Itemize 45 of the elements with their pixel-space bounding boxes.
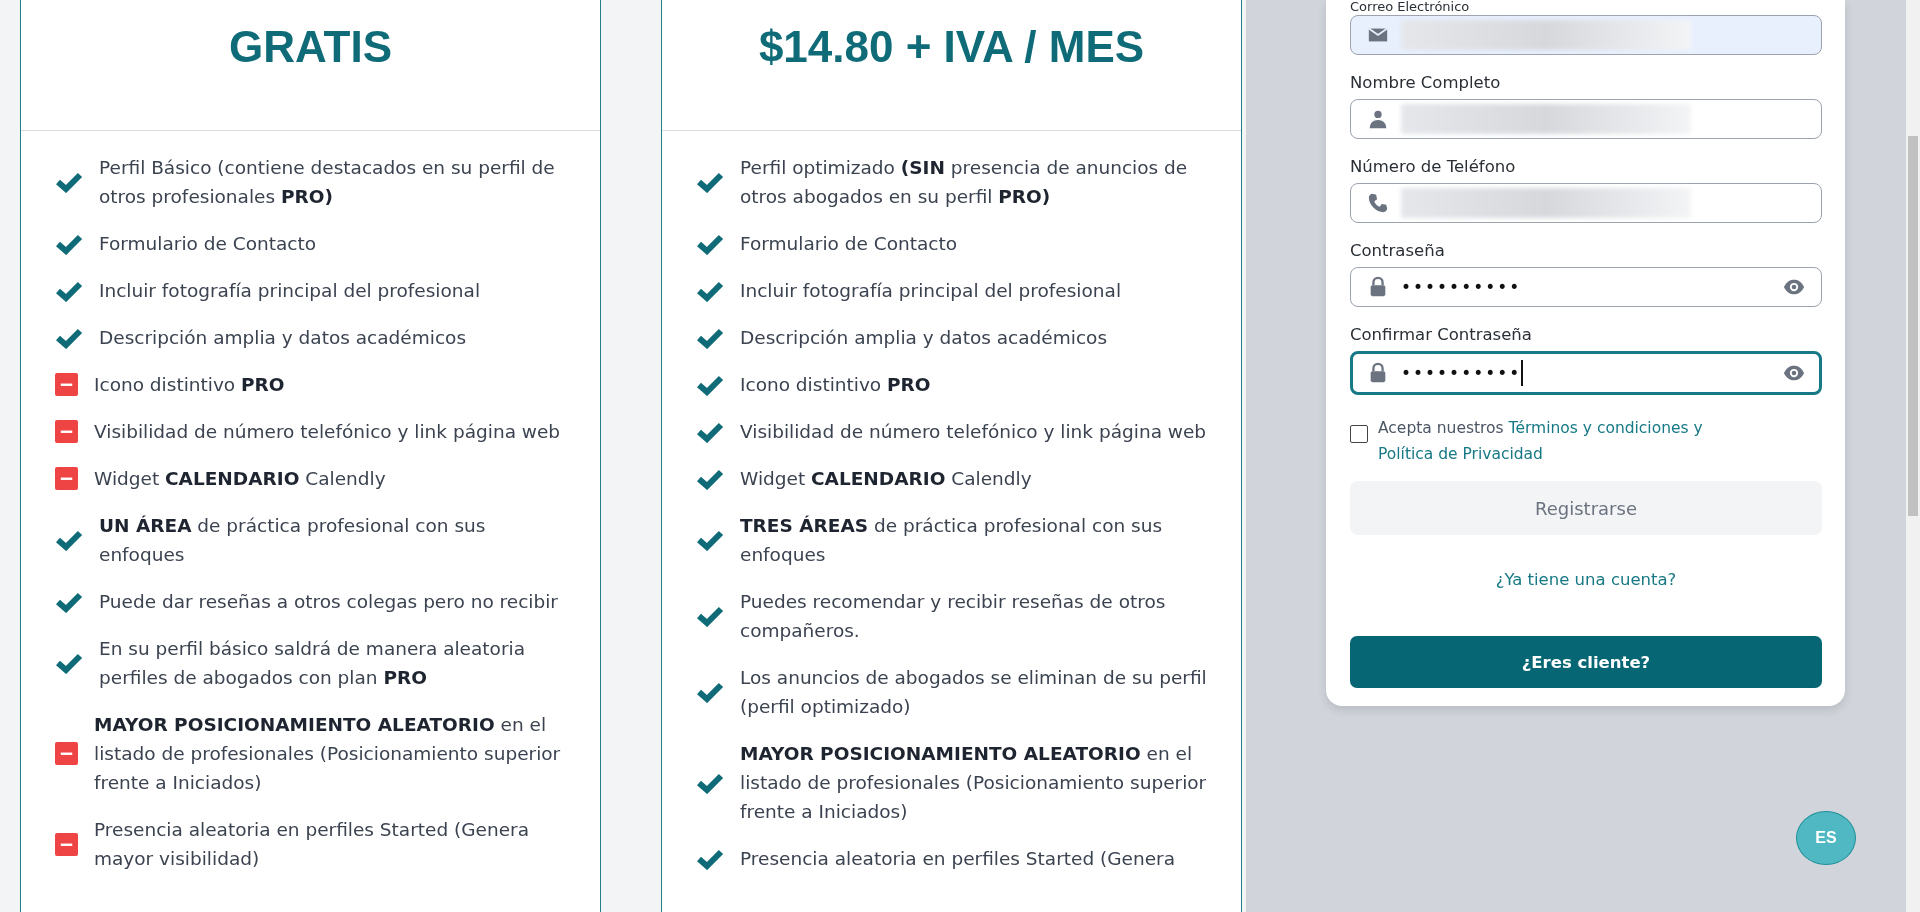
password-field[interactable]: •••••••••• [1350,267,1822,307]
feature-text: Presencia aleatoria en perfiles Started (Genera mayor visibilidad) [94,818,530,871]
password-field[interactable]: •••••••••• [1350,351,1822,395]
field-label: Correo Electrónico [1350,0,1471,13]
plan-price: GRATIS [229,22,392,72]
scrollbar[interactable] [1906,0,1920,912]
feature-text: Los anuncios de abogados se eliminan de su perfil (perfil optimizado) [740,666,1208,719]
feature-text: Perfil Básico (contiene destacados en su perfil de otros profesionales PRO) [99,156,556,209]
feature-text: Presencia aleatoria en perfiles Started (Genera [740,847,1176,871]
field-label: Confirmar Contraseña [1350,325,1533,345]
feature-text: Descripción amplia y datos académicos [740,326,1109,350]
feature-text: Puede dar reseñas a otros colegas pero no recibir [99,590,559,614]
terms-link[interactable]: Términos y condiciones y [1508,419,1703,437]
feature-text: Widget CALENDARIO Calendly [740,467,1033,491]
feature-text: TRES ÁREAS de práctica profesional con sus enfoques [740,514,1164,567]
input-field[interactable] [1350,183,1822,223]
feature-text: UN ÁREA de práctica profesional con sus enfoques [99,514,487,567]
feature-text: MAYOR POSICIONAMIENTO ALEATORIO en el listado de profesionales (Posicionamiento superior frente a Iniciados) [740,742,1208,824]
feature-text: Widget CALENDARIO Calendly [94,467,387,491]
input-field[interactable] [1350,15,1822,55]
feature-text: Incluir fotografía principal del profesional [99,279,482,303]
terms-link[interactable]: Política de Privacidad [1378,445,1543,463]
feature-text: Perfil optimizado (SIN presencia de anuncios de otros abogados en su perfil PRO) [740,156,1189,209]
plan-price: $14.80 + IVA / MES [758,22,1145,72]
feature-text: Formulario de Contacto [740,232,959,256]
feature-text: MAYOR POSICIONAMIENTO ALEATORIO en el listado de profesionales (Posicionamiento superior frente a Iniciados) [94,713,562,795]
terms-checkbox[interactable] [1350,425,1368,443]
field-label: Número de Teléfono [1350,157,1517,177]
input-field[interactable] [1350,99,1822,139]
client-button[interactable]: ¿Eres cliente? [1350,636,1822,688]
feature-text: Icono distintivo PRO [94,373,286,397]
feature-text: Icono distintivo PRO [740,373,932,397]
feature-text: Visibilidad de número telefónico y link página web [740,420,1208,444]
feature-text: Visibilidad de número telefónico y link página web [94,420,562,444]
field-label: Nombre Completo [1350,73,1502,93]
feature-text: Incluir fotografía principal del profesional [740,279,1123,303]
login-link[interactable]: ¿Ya tiene una cuenta? [1495,569,1677,591]
terms-text: Acepta nuestros Términos y condiciones y Política de Privacidad [1378,418,1704,465]
phone-icon [1367,192,1389,214]
feature-text: Puedes recomendar y recibir reseñas de otros compañeros. [740,590,1167,643]
feature-text: Descripción amplia y datos académicos [99,326,468,350]
feature-text: En su perfil básico saldrá de manera aleatoria perfiles de abogados con plan PRO [99,637,526,690]
person-icon [1367,108,1389,130]
feature-text: Formulario de Contacto [99,232,318,256]
field-label: Contraseña [1350,241,1446,261]
